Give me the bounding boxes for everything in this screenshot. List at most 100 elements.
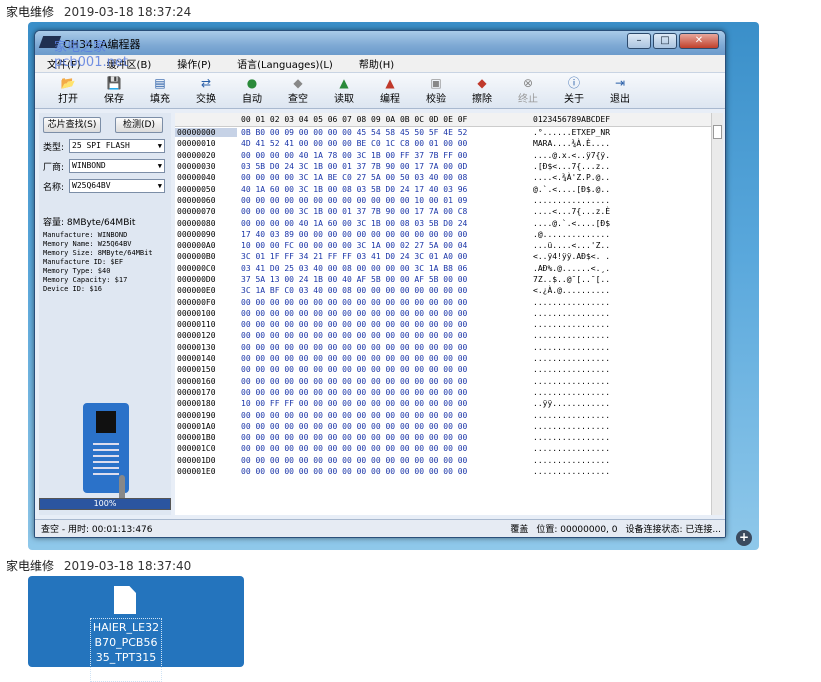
hex-bytes: 17 40 03 89 00 00 00 00 00 00 00 00 00 0… — [241, 229, 468, 239]
stop-icon: ⊗ — [522, 76, 534, 90]
hex-bytes: 00 00 00 00 00 00 00 00 00 00 00 00 00 0… — [241, 376, 468, 386]
name-select[interactable]: W25Q64BV ▼ — [69, 179, 165, 193]
hex-ascii: ................ — [533, 433, 611, 443]
toolbar-button-stop[interactable]: ⊗ 终止 — [505, 73, 551, 108]
hex-ascii: ................ — [533, 365, 611, 375]
toolbar-button-fill[interactable]: ▤ 填充 — [137, 73, 183, 108]
toolbar-button-auto[interactable]: ● 自动 — [229, 73, 275, 108]
hex-ascii: ....@.x.<..ÿ7{ÿ. — [533, 150, 611, 160]
hex-row[interactable]: 00000080 00 00 00 00 40 1A 60 00 3C 1B 00… — [175, 217, 723, 228]
hex-row[interactable]: 00000160 00 00 00 00 00 00 00 00 00 00 00… — [175, 376, 723, 387]
hex-row[interactable]: 00000110 00 00 00 00 00 00 00 00 00 00 00… — [175, 319, 723, 330]
toolbar-button-erase[interactable]: ◆ 擦除 — [459, 73, 505, 108]
hex-row[interactable]: 00000090 17 40 03 89 00 00 00 00 00 00 00… — [175, 229, 723, 240]
hex-row[interactable]: 000000A0 10 00 00 FC 00 00 00 00 3C 1A 00… — [175, 240, 723, 251]
hex-row[interactable]: 000001E0 00 00 00 00 00 00 00 00 00 00 00… — [175, 466, 723, 477]
hex-row[interactable]: 00000170 00 00 00 00 00 00 00 00 00 00 00… — [175, 387, 723, 398]
title-bar[interactable]: CH341A编程器 – □ ✕ — [35, 31, 725, 55]
file-attachment[interactable]: HAIER_LE32B70_PCB5635_TPT315B5 — [28, 576, 244, 682]
file-name[interactable]: HAIER_LE32B70_PCB5635_TPT315B5 — [90, 618, 162, 682]
hex-addr: 00000070 — [177, 207, 216, 217]
hex-row[interactable]: 00000130 00 00 00 00 00 00 00 00 00 00 00… — [175, 342, 723, 353]
hex-addr: 00000180 — [177, 399, 216, 409]
hex-addr: 000001C0 — [177, 444, 216, 454]
hex-row[interactable]: 00000070 00 00 00 00 3C 1B 00 01 37 7B 90… — [175, 206, 723, 217]
toolbar-label: 编程 — [380, 94, 400, 105]
hex-row[interactable]: 00000060 00 00 00 00 00 00 00 00 00 00 00… — [175, 195, 723, 206]
hex-ascii: MARA....¾À.È.... — [533, 139, 611, 149]
toolbar-label: 擦除 — [472, 94, 492, 105]
hex-row[interactable]: 00000020 00 00 00 00 40 1A 78 00 3C 1B 00… — [175, 150, 723, 161]
menu-item[interactable]: 语言(Languages)(L) — [237, 56, 333, 71]
hex-ascii: .°......ETXEP_NR — [533, 128, 611, 138]
hex-addr: 00000090 — [177, 229, 216, 239]
hex-ascii: ................ — [533, 421, 611, 431]
toolbar-button-program[interactable]: ▲ 编程 — [367, 73, 413, 108]
find-chip-button[interactable]: 芯片查找(S) — [43, 117, 101, 133]
attached-screenshot[interactable]: 家电之家 pcb001.net CH341A编程器 – □ ✕ 文件(F) 缓冲区… — [28, 22, 759, 550]
hex-editor[interactable]: 00 01 02 03 04 05 06 07 08 09 0A 0B 0C 0… — [175, 113, 723, 515]
hex-row[interactable]: 000001D0 00 00 00 00 00 00 00 00 00 00 00… — [175, 455, 723, 466]
fill-icon: ▤ — [154, 76, 166, 90]
toolbar-button-exit[interactable]: ⇥ 退出 — [597, 73, 643, 108]
hex-row[interactable]: 000000C0 03 41 D0 25 03 40 00 08 00 00 00… — [175, 263, 723, 274]
chip-info-line: Memory Type: $40 — [43, 267, 111, 275]
detect-button[interactable]: 检测(D) — [115, 117, 163, 133]
hex-row[interactable]: 00000040 00 00 00 00 3C 1A BE C0 27 5A 00… — [175, 172, 723, 183]
chip-panel: 芯片查找(S) 检测(D) 类型: 25 SPI FLASH ▼ 厂商: WINB… — [39, 113, 171, 515]
hex-row[interactable]: 00000050 40 1A 60 00 3C 1B 00 08 03 5B D0… — [175, 183, 723, 194]
hex-row[interactable]: 000000E0 3C 1A BF C0 03 40 00 08 00 00 00… — [175, 285, 723, 296]
toolbar-button-open-folder[interactable]: 📂 打开 — [45, 73, 91, 108]
hex-bytes: 00 00 00 00 00 00 00 00 00 00 00 00 00 0… — [241, 342, 468, 352]
chevron-down-icon: ▼ — [157, 162, 162, 170]
hex-ascii: .@.............. — [533, 229, 611, 239]
post-author[interactable]: 家电维修 — [6, 5, 54, 19]
hex-row[interactable]: 000000D0 37 5A 13 00 24 1B 00 40 AF 5B 00… — [175, 274, 723, 285]
hex-bytes: 10 00 00 FC 00 00 00 00 3C 1A 00 02 27 5… — [241, 241, 468, 251]
hex-bytes: 40 1A 60 00 3C 1B 00 08 03 5B D0 24 17 4… — [241, 184, 468, 194]
post-author[interactable]: 家电维修 — [6, 559, 54, 573]
toolbar-button-about[interactable]: ⓘ 关于 — [551, 73, 597, 108]
hex-row[interactable]: 000000B0 3C 01 1F FF 34 21 FF FF 03 41 D0… — [175, 251, 723, 262]
menu-item[interactable]: 帮助(H) — [359, 56, 394, 71]
hex-row[interactable]: 00000030 03 5B D0 24 3C 1B 00 01 37 7B 90… — [175, 161, 723, 172]
hex-row[interactable]: 00000180 10 00 FF FF 00 00 00 00 00 00 00… — [175, 398, 723, 409]
hex-addr: 000000D0 — [177, 275, 216, 284]
toolbar-button-save[interactable]: 💾 保存 — [91, 73, 137, 108]
program-icon: ▲ — [385, 76, 395, 90]
type-select[interactable]: 25 SPI FLASH ▼ — [69, 139, 165, 153]
hex-row[interactable]: 00000140 00 00 00 00 00 00 00 00 00 00 00… — [175, 353, 723, 364]
hex-row[interactable]: 000001A0 00 00 00 00 00 00 00 00 00 00 00… — [175, 421, 723, 432]
minimize-button[interactable]: – — [627, 33, 651, 49]
vertical-scrollbar[interactable] — [711, 113, 723, 515]
vendor-select[interactable]: WINBOND ▼ — [69, 159, 165, 173]
scrollbar-thumb[interactable] — [713, 125, 722, 139]
hex-ascii: 7Z..$..@¯[..¯[.. — [533, 275, 611, 284]
hex-row[interactable]: 000001B0 00 00 00 00 00 00 00 00 00 00 00… — [175, 432, 723, 443]
menu-item[interactable]: 操作(P) — [177, 56, 211, 71]
hex-row[interactable]: 00000120 00 00 00 00 00 00 00 00 00 00 00… — [175, 330, 723, 341]
toolbar-button-read[interactable]: ▲ 读取 — [321, 73, 367, 108]
about-icon: ⓘ — [567, 76, 580, 90]
hex-bytes: 00 00 00 00 00 00 00 00 00 00 00 00 00 0… — [241, 467, 468, 477]
toolbar-label: 填充 — [150, 94, 170, 105]
hex-ascii: ................ — [533, 444, 611, 454]
close-button[interactable]: ✕ — [679, 33, 719, 49]
hex-row[interactable]: 00000100 00 00 00 00 00 00 00 00 00 00 00… — [175, 308, 723, 319]
hex-bytes: 4D 41 52 41 00 00 00 00 BE C0 1C C8 00 0… — [241, 139, 468, 149]
zoom-in-icon[interactable]: + — [736, 530, 752, 546]
maximize-button[interactable]: □ — [653, 33, 677, 49]
hex-row[interactable]: 00000150 00 00 00 00 00 00 00 00 00 00 00… — [175, 364, 723, 375]
toolbar-button-verify[interactable]: ▣ 校验 — [413, 73, 459, 108]
hex-row[interactable]: 000001C0 00 00 00 00 00 00 00 00 00 00 00… — [175, 443, 723, 454]
toolbar-button-blank-check[interactable]: ◆ 查空 — [275, 73, 321, 108]
hex-bytes: 00 00 00 00 00 00 00 00 00 00 00 00 00 0… — [241, 320, 468, 330]
toolbar-button-swap[interactable]: ⇄ 交换 — [183, 73, 229, 108]
hex-ascii: ....@.`.<....[Ð$ — [533, 218, 611, 228]
hex-row[interactable]: 00000190 00 00 00 00 00 00 00 00 00 00 00… — [175, 409, 723, 420]
hex-row[interactable]: 00000010 4D 41 52 41 00 00 00 00 BE C0 1C… — [175, 138, 723, 149]
hex-row[interactable]: 00000000 0B B0 00 09 00 00 00 00 45 54 58… — [175, 127, 723, 138]
hex-bytes: 00 00 00 00 40 1A 60 00 3C 1B 00 08 03 5… — [241, 218, 468, 228]
hex-row[interactable]: 000000F0 00 00 00 00 00 00 00 00 00 00 00… — [175, 296, 723, 307]
hex-bytes: 10 00 FF FF 00 00 00 00 00 00 00 00 00 0… — [241, 399, 468, 409]
